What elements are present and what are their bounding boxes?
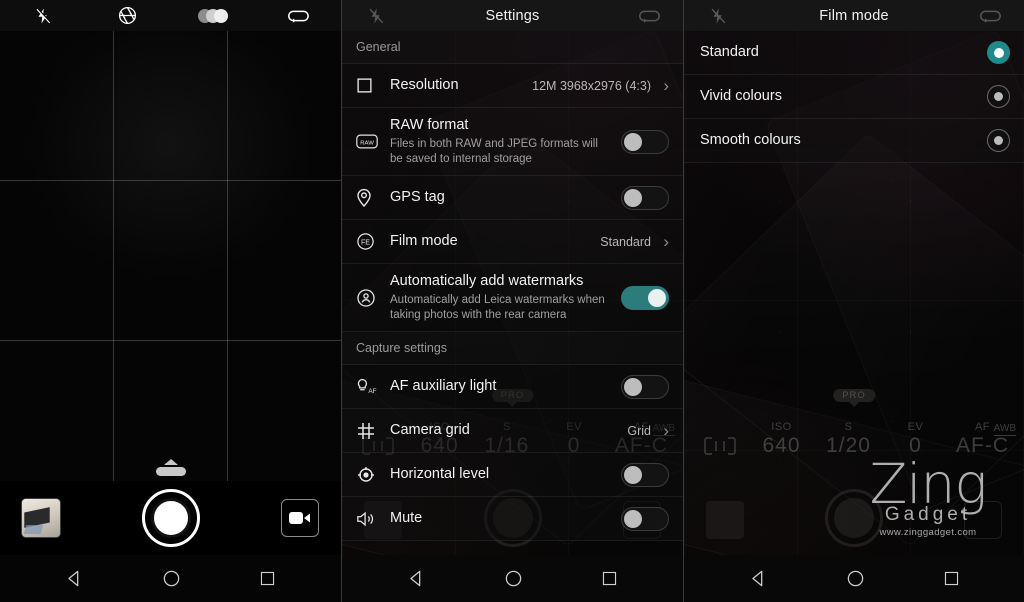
section-header-capture-settings: Capture settings [342,332,683,365]
screenshot-root: PRO ISO 640 S 1/16 EV 0 AF AF-C AWB Sett… [0,0,1024,602]
camera-settings-screen: PRO ISO 640 S 1/16 EV 0 AF AF-C AWB Sett… [341,0,683,602]
mute-toggle[interactable] [621,506,669,531]
setting-row-horizontal-level[interactable]: Horizontal level [342,453,683,497]
raw-format-toggle[interactable] [621,129,669,154]
setting-row-gps-tag[interactable]: GPS tag [342,176,683,220]
svg-text:FE: FE [361,238,370,246]
setting-label: Automatically add watermarks [390,273,584,289]
film-mode-icon: FE [356,232,390,251]
af-assist-icon: AF [356,377,390,396]
flash-off-icon [684,7,752,25]
film-mode-top-bar: Film mode [684,0,1024,31]
setting-row-film-mode[interactable]: FE Film mode Standard › [342,220,683,264]
back-icon[interactable] [407,569,426,588]
home-icon[interactable] [162,569,181,588]
back-icon[interactable] [65,569,84,588]
camera-preview[interactable] [0,0,341,481]
color-filter-icon[interactable] [171,0,256,31]
gps-pin-icon [356,188,390,207]
setting-label: GPS tag [390,189,445,205]
radio-standard[interactable] [987,41,1010,64]
setting-row-mute[interactable]: Mute [342,497,683,541]
horizontal-level-toggle[interactable] [621,462,669,487]
camera-top-toolbar [0,0,341,31]
mute-icon [356,510,390,528]
back-icon[interactable] [749,569,768,588]
setting-row-af-auxiliary-light[interactable]: AF AF auxiliary light [342,365,683,409]
android-navigation-bar [0,555,341,602]
flash-off-icon[interactable] [0,0,85,31]
setting-row-resolution[interactable]: Resolution 12M 3968x2976 (4:3) › [342,64,683,108]
chevron-right-icon: › [663,421,669,440]
section-header-general: General [342,31,683,64]
svg-text:AF: AF [368,388,376,395]
option-label: Vivid colours [700,88,782,104]
radio-vivid-colours[interactable] [987,85,1010,108]
film-mode-screen: PRO ISO 640 S 1/20 EV 0 AF AF-C AWB Film… [683,0,1024,602]
switch-camera-icon[interactable] [256,0,341,31]
settings-top-bar: Settings [342,0,683,31]
setting-label: Camera grid [390,422,470,438]
recents-icon[interactable] [943,570,960,587]
camera-viewfinder-screen [0,0,341,602]
film-mode-option-vivid-colours[interactable]: Vivid colours [684,75,1024,119]
setting-value: Grid [627,423,651,438]
home-icon[interactable] [504,569,523,588]
raw-icon: RAW [356,134,390,149]
radio-smooth-colours[interactable] [987,129,1010,152]
film-mode-option-smooth-colours[interactable]: Smooth colours [684,119,1024,163]
setting-subtitle: Automatically add Leica watermarks when … [390,294,605,321]
setting-row-watermarks[interactable]: Automatically add watermarks Automatical… [342,264,683,332]
setting-label: RAW format [390,117,469,133]
option-label: Standard [700,44,759,60]
aperture-icon[interactable] [85,0,170,31]
setting-row-raw-format[interactable]: RAW RAW format Files in both RAW and JPE… [342,108,683,176]
chevron-right-icon: › [663,232,669,251]
camera-bottom-bar [0,481,341,555]
gallery-thumbnail-button[interactable] [22,499,60,537]
setting-value: 12M 3968x2976 (4:3) [532,78,651,93]
gps-tag-toggle[interactable] [621,185,669,210]
option-label: Smooth colours [700,132,801,148]
setting-label: AF auxiliary light [390,378,497,394]
video-record-button[interactable] [281,499,319,537]
mode-swipe-handle[interactable] [155,459,186,476]
setting-label: Mute [390,510,423,526]
af-auxiliary-light-toggle[interactable] [621,374,669,399]
switch-camera-icon [615,8,683,24]
setting-value: Standard [600,234,651,249]
setting-subtitle: Files in both RAW and JPEG formats will … [390,138,598,165]
setting-row-camera-grid[interactable]: Camera grid Grid › [342,409,683,453]
horizontal-level-icon [356,465,390,485]
watermark-icon [356,288,390,308]
switch-camera-icon [956,8,1024,24]
shutter-button[interactable] [141,489,200,547]
setting-label: Horizontal level [390,466,490,482]
home-icon[interactable] [846,569,865,588]
resolution-icon [356,77,390,94]
setting-label: Resolution [390,77,459,93]
android-navigation-bar [684,555,1024,602]
page-title: Film mode [819,7,889,24]
film-mode-option-standard[interactable]: Standard [684,31,1024,75]
setting-label: Film mode [390,233,458,249]
recents-icon[interactable] [601,570,618,587]
settings-list[interactable]: General Resolution 12M 3968x2976 (4:3) ›… [342,31,683,555]
film-mode-options-list[interactable]: Standard Vivid colours Smooth colours [684,31,1024,555]
page-title: Settings [485,7,540,24]
android-navigation-bar [342,555,683,602]
chevron-right-icon: › [663,76,669,95]
recents-icon[interactable] [259,570,276,587]
camera-grid-icon [356,421,390,441]
flash-off-icon [342,7,410,25]
watermarks-toggle[interactable] [621,285,669,310]
svg-text:RAW: RAW [360,140,374,146]
